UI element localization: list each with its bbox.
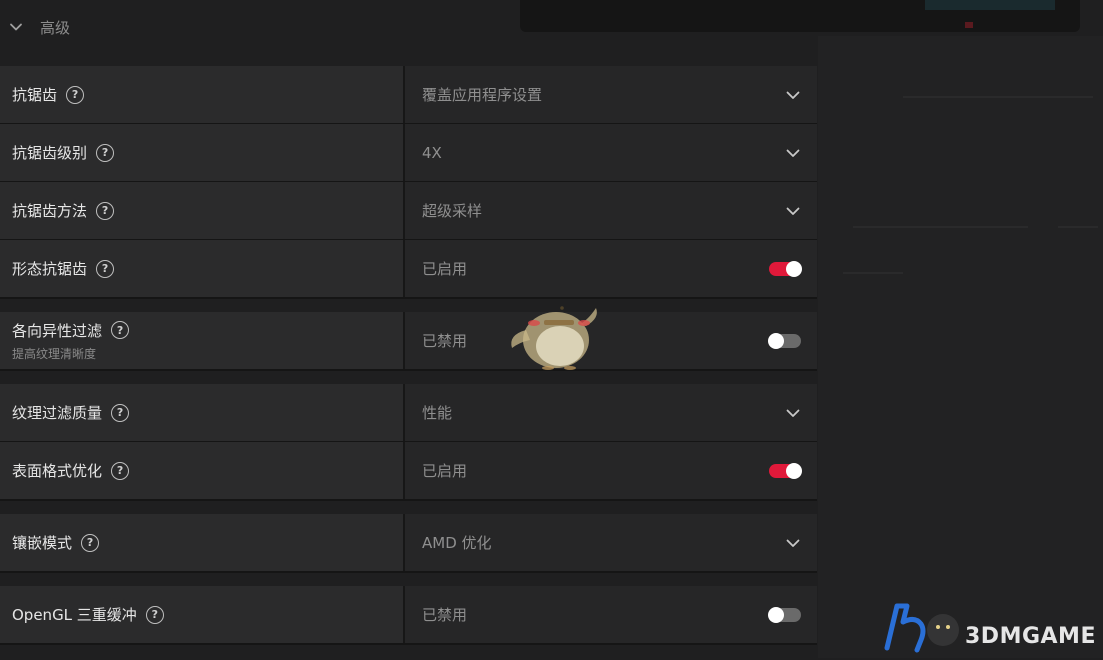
- toggle-status-text: 已启用: [422, 260, 468, 278]
- background-accent: [925, 0, 1055, 10]
- setting-label-cell: 表面格式优化 ?: [0, 442, 405, 499]
- setting-label: 抗锯齿: [12, 86, 58, 104]
- setting-label: 镶嵌模式: [12, 534, 73, 552]
- morphological-aa-setting: 已启用: [405, 240, 817, 297]
- setting-label-cell: 抗锯齿级别 ?: [0, 124, 405, 181]
- dropdown-value: 性能: [422, 404, 453, 422]
- dropdown-value: AMD 优化: [422, 534, 492, 552]
- setting-row-anti-aliasing-method: 抗锯齿方法 ? 超级采样: [0, 182, 817, 241]
- mascot-watermark: [511, 306, 597, 370]
- section-title: 高级: [40, 18, 71, 37]
- setting-label-cell: 纹理过滤质量 ?: [0, 384, 405, 441]
- setting-row-morphological-aa: 形态抗锯齿 ? 已启用: [0, 240, 817, 299]
- texture-filtering-quality-dropdown[interactable]: 性能: [405, 384, 817, 441]
- background-side-panel: [818, 36, 1103, 658]
- site-watermark: 3DMGAME: [875, 598, 1100, 656]
- dropdown-value: 覆盖应用程序设置: [422, 86, 543, 104]
- chevron-down-icon: [786, 409, 800, 417]
- setting-label: 抗锯齿级别: [12, 144, 88, 162]
- opengl-triple-buffering-setting: 已禁用: [405, 586, 817, 643]
- toggle-status-text: 已禁用: [422, 606, 468, 624]
- help-icon[interactable]: ?: [81, 533, 100, 552]
- toggle-status-text: 已禁用: [422, 332, 468, 350]
- tessellation-mode-dropdown[interactable]: AMD 优化: [405, 514, 817, 571]
- background-text-line: [853, 226, 1028, 228]
- site-logo-icon: [884, 603, 959, 653]
- toggle-knob: [768, 332, 784, 349]
- dropdown-value: 超级采样: [422, 202, 483, 220]
- setting-row-surface-format-optimization: 表面格式优化 ? 已启用: [0, 442, 817, 501]
- help-icon[interactable]: ?: [96, 201, 115, 220]
- background-preview-panel: [520, 0, 1080, 32]
- setting-row-anisotropic-filtering: 各向异性过滤 ? 提高纹理清晰度 已禁用: [0, 312, 817, 371]
- section-header-advanced[interactable]: 高级: [0, 8, 300, 46]
- setting-row-anti-aliasing: 抗锯齿 ? 覆盖应用程序设置: [0, 66, 817, 125]
- setting-row-opengl-triple-buffering: OpenGL 三重缓冲 ? 已禁用: [0, 586, 817, 645]
- setting-row-texture-filtering-quality: 纹理过滤质量 ? 性能: [0, 384, 817, 443]
- setting-label-cell: 各向异性过滤 ? 提高纹理清晰度: [0, 312, 405, 369]
- chevron-down-icon: [786, 207, 800, 215]
- surface-format-optimization-setting: 已启用: [405, 442, 817, 499]
- anti-aliasing-method-dropdown[interactable]: 超级采样: [405, 182, 817, 239]
- surface-format-optimization-toggle[interactable]: [769, 462, 802, 479]
- help-icon[interactable]: ?: [145, 605, 164, 624]
- toggle-knob: [768, 606, 784, 623]
- background-text-line: [903, 96, 1093, 98]
- help-icon[interactable]: ?: [111, 403, 130, 422]
- toggle-knob: [786, 260, 802, 277]
- setting-label-cell: 抗锯齿方法 ?: [0, 182, 405, 239]
- setting-sublabel: 提高纹理清晰度: [12, 346, 97, 361]
- toggle-knob: [786, 462, 802, 479]
- setting-label: 形态抗锯齿: [12, 260, 88, 278]
- anti-aliasing-dropdown[interactable]: 覆盖应用程序设置: [405, 66, 817, 123]
- dropdown-value: 4X: [422, 143, 442, 162]
- setting-row-anti-aliasing-level: 抗锯齿级别 ? 4X: [0, 124, 817, 183]
- help-icon[interactable]: ?: [111, 321, 130, 339]
- setting-label-cell: 抗锯齿 ?: [0, 66, 405, 123]
- chevron-down-icon: [786, 149, 800, 157]
- setting-label-cell: 形态抗锯齿 ?: [0, 240, 405, 297]
- anti-aliasing-level-dropdown[interactable]: 4X: [405, 124, 817, 181]
- setting-label: 表面格式优化: [12, 462, 103, 480]
- help-icon[interactable]: ?: [96, 143, 115, 162]
- help-icon[interactable]: ?: [66, 85, 85, 104]
- setting-label-cell: 镶嵌模式 ?: [0, 514, 405, 571]
- setting-label: OpenGL 三重缓冲: [12, 606, 137, 624]
- anisotropic-filtering-setting: 已禁用: [405, 312, 817, 369]
- setting-label-cell: OpenGL 三重缓冲 ?: [0, 586, 405, 643]
- help-icon[interactable]: ?: [111, 461, 130, 480]
- chevron-down-icon: [786, 91, 800, 99]
- background-text-line: [843, 272, 903, 274]
- setting-label: 纹理过滤质量: [12, 404, 103, 422]
- setting-row-tessellation-mode: 镶嵌模式 ? AMD 优化: [0, 514, 817, 573]
- background-text-line: [1058, 226, 1098, 228]
- morphological-aa-toggle[interactable]: [769, 260, 802, 277]
- anisotropic-filtering-toggle[interactable]: [768, 332, 801, 349]
- opengl-triple-buffering-toggle[interactable]: [768, 606, 801, 623]
- chevron-down-icon: [10, 23, 22, 31]
- watermark-text: 3DMGAME: [965, 624, 1096, 649]
- setting-label: 各向异性过滤: [12, 321, 103, 340]
- chevron-down-icon: [786, 539, 800, 547]
- toggle-status-text: 已启用: [422, 462, 468, 480]
- background-marker: [965, 22, 973, 28]
- setting-label: 抗锯齿方法: [12, 202, 88, 220]
- help-icon[interactable]: ?: [96, 259, 115, 278]
